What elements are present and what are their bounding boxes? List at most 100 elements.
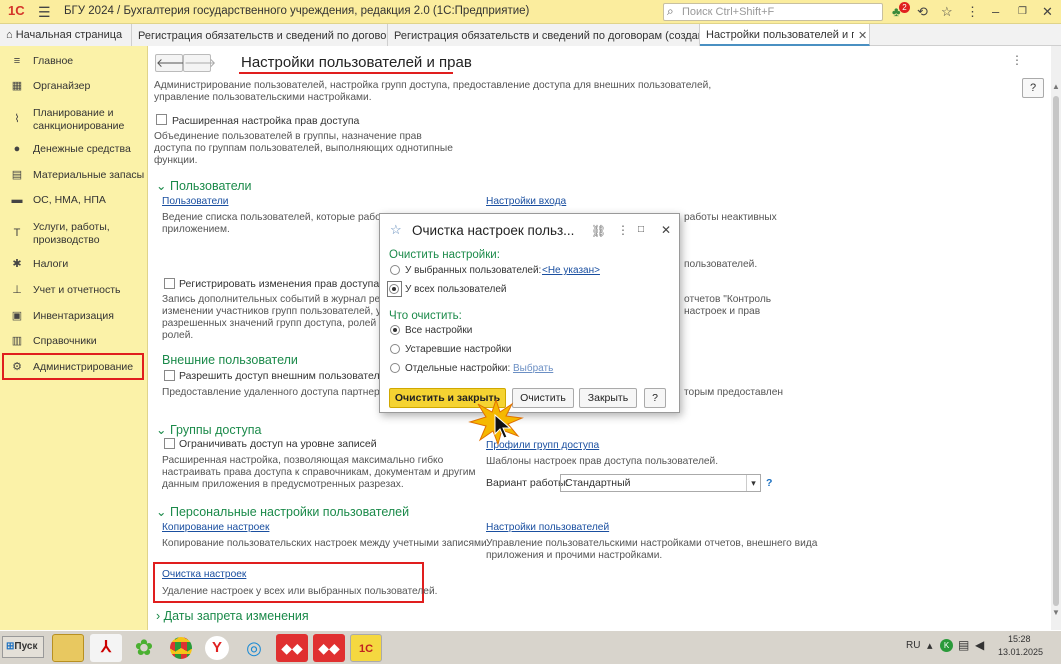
clear-settings-link[interactable]: Очистка настроек (162, 569, 246, 580)
book-icon: ▥ (11, 335, 23, 347)
close-dialog-icon[interactable]: ✕ (661, 223, 671, 237)
search-icon: ⌕ (667, 4, 674, 18)
coin-icon: ● (13, 143, 21, 155)
not-specified-link[interactable]: <Не указан> (542, 265, 600, 276)
clock-time[interactable]: 15:28 (1008, 634, 1031, 644)
page-description: Администрирование пользователей, настрой… (154, 80, 712, 91)
log-changes-right-note: отчетов "Контроль (684, 294, 772, 305)
change-dates-header[interactable]: › Даты запрета изменения (156, 609, 309, 623)
log-changes-checkbox[interactable] (164, 278, 175, 292)
tab-contracts-registration[interactable]: Регистрация обязательств и сведений по д… (132, 24, 388, 46)
hamburger-menu-icon[interactable]: ☰ (38, 4, 51, 21)
1c-enterprise-icon[interactable]: 1С (350, 634, 382, 662)
variant-select[interactable]: Стандартный ▾ (560, 474, 761, 492)
search-input[interactable]: ⌕ Поиск Ctrl+Shift+F (663, 3, 883, 21)
chrome-browser-icon[interactable] (165, 634, 197, 662)
icq-flower-icon[interactable]: ✿ (128, 634, 160, 662)
users-section-header[interactable]: ⌄ Пользователи (156, 178, 252, 193)
restrict-access-checkbox[interactable] (164, 438, 175, 452)
mouse-cursor-icon (494, 414, 512, 439)
personal-settings-header[interactable]: ⌄ Персональные настройки пользователей (156, 504, 409, 519)
gear-bug-icon: ✱ (12, 258, 22, 270)
title-highlight-underline (239, 72, 453, 74)
volume-tray-icon[interactable]: ◀ (975, 638, 984, 652)
window-title: БГУ 2024 / Бухгалтерия государственного … (64, 5, 530, 17)
anydesk-icon-2[interactable]: ◆◆ (313, 634, 345, 662)
file-manager-icon[interactable] (52, 634, 84, 662)
clock-date[interactable]: 13.01.2025 (998, 647, 1043, 657)
login-settings-link[interactable]: Настройки входа (486, 196, 566, 207)
restore-icon[interactable]: ❐ (1018, 6, 1027, 17)
kaspersky-tray-icon[interactable]: K (940, 639, 953, 652)
restrict-access-label: Ограничивать доступ на уровне записей (179, 438, 377, 450)
dropdown-arrow-icon[interactable]: ▾ (746, 475, 760, 491)
link-icon[interactable]: ⛓ (591, 224, 606, 238)
external-access-checkbox[interactable] (164, 370, 175, 384)
language-indicator[interactable]: RU (906, 640, 920, 651)
copy-settings-link[interactable]: Копирование настроек (162, 522, 269, 533)
users-link[interactable]: Пользователи (162, 196, 229, 207)
more-menu-icon[interactable]: ⋮ (966, 4, 979, 20)
tools-icon: T (13, 227, 21, 239)
tab-home[interactable]: ⌂ Начальная страница (0, 24, 132, 46)
help-button[interactable]: ? (1022, 78, 1044, 98)
history-icon[interactable]: ⟲ (917, 4, 928, 20)
chevron-down-icon: ⌄ (156, 505, 170, 519)
log-changes-right-note: настроек и прав (684, 306, 761, 317)
profiles-note: Шаблоны настроек прав доступа пользовате… (486, 456, 719, 467)
close-tab-icon[interactable]: ✕ (858, 30, 867, 42)
external-users-header: Внешние пользователи (162, 353, 298, 367)
yandex-browser-icon[interactable]: Y (201, 634, 233, 662)
maximize-icon[interactable]: □ (638, 224, 644, 235)
notification-count-badge: 2 (899, 2, 910, 13)
dialog-help-button[interactable]: ? (644, 388, 666, 408)
log-changes-label: Регистрировать изменения прав доступа (179, 278, 380, 290)
radio-all-users[interactable] (387, 281, 402, 297)
ext-access-checkbox[interactable] (156, 114, 167, 128)
ext-access-note: доступа по группам пользователей, выполн… (154, 143, 453, 154)
radio-all-settings[interactable] (390, 325, 400, 338)
back-button[interactable]: 🡐 (155, 54, 188, 72)
login-note: работы неактивных (684, 212, 777, 223)
user-settings-link[interactable]: Настройки пользователей (486, 522, 609, 533)
scrollbar-thumb[interactable] (1053, 96, 1059, 606)
close-window-icon[interactable]: ✕ (1042, 4, 1053, 20)
chevron-down-icon: ⌄ (156, 179, 170, 193)
vertical-scrollbar[interactable]: ▲ ▼ (1051, 46, 1061, 630)
sidebar-item-planning[interactable]: ⌇ Планирование и санкционирование (0, 107, 148, 133)
taskbar: ⊞Пуск ⅄ ✿ Y ◎ ◆◆ ◆◆ 1С RU ▴ K ▤ ◀ 15:28 … (0, 630, 1061, 664)
forward-button[interactable]: 🡒 (183, 54, 216, 72)
tab-bar: ⌂ Начальная страница Регистрация обязате… (0, 24, 1061, 46)
tray-arrow-icon[interactable]: ▴ (927, 639, 933, 652)
radio-individual-settings[interactable] (390, 363, 400, 376)
chevron-right-icon: › (156, 609, 164, 623)
radio-outdated-settings[interactable] (390, 344, 400, 357)
1c-logo-icon: 1С (8, 3, 25, 18)
more-actions-icon[interactable]: ⋮ (1011, 53, 1023, 67)
start-button[interactable]: ⊞Пуск (2, 636, 44, 658)
anydesk-icon[interactable]: ◆◆ (276, 634, 308, 662)
radio-individual-settings-label: Отдельные настройки: (405, 363, 511, 374)
ext-access-note: Объединение пользователей в группы, назн… (154, 131, 422, 142)
favorites-star-icon[interactable]: ☆ (941, 4, 953, 20)
favorite-star-icon[interactable]: ☆ (390, 222, 402, 238)
more-menu-icon[interactable]: ⋮ (617, 223, 629, 237)
network-tray-icon[interactable]: ▤ (958, 638, 969, 652)
calendar-icon: ▦ (11, 80, 23, 92)
radio-selected-users[interactable] (390, 265, 400, 278)
home-icon: ⌂ (6, 29, 13, 41)
scroll-down-icon[interactable]: ▼ (1052, 608, 1060, 617)
tab-contracts-registration-create[interactable]: Регистрация обязательств и сведений по д… (388, 24, 700, 46)
close-button[interactable]: Закрыть (579, 388, 637, 408)
select-settings-link[interactable]: Выбрать (513, 363, 553, 374)
scroll-up-icon[interactable]: ▲ (1052, 82, 1060, 91)
minimize-icon[interactable]: ‒ (992, 4, 999, 19)
tab-user-settings[interactable]: Настройки пользователей и прав✕ (700, 24, 870, 46)
pdf-reader-icon[interactable]: ⅄ (90, 634, 122, 662)
variant-help-icon[interactable]: ? (766, 477, 772, 489)
access-groups-header[interactable]: ⌄ Группы доступа (156, 422, 261, 437)
sidebar-item-services[interactable]: T Услуги, работы, производство (0, 221, 148, 247)
network-app-icon[interactable]: ◎ (238, 634, 270, 662)
dialog-title: Очистка настроек польз... (412, 223, 575, 238)
clear-settings-heading: Очистить настройки: (389, 249, 500, 261)
